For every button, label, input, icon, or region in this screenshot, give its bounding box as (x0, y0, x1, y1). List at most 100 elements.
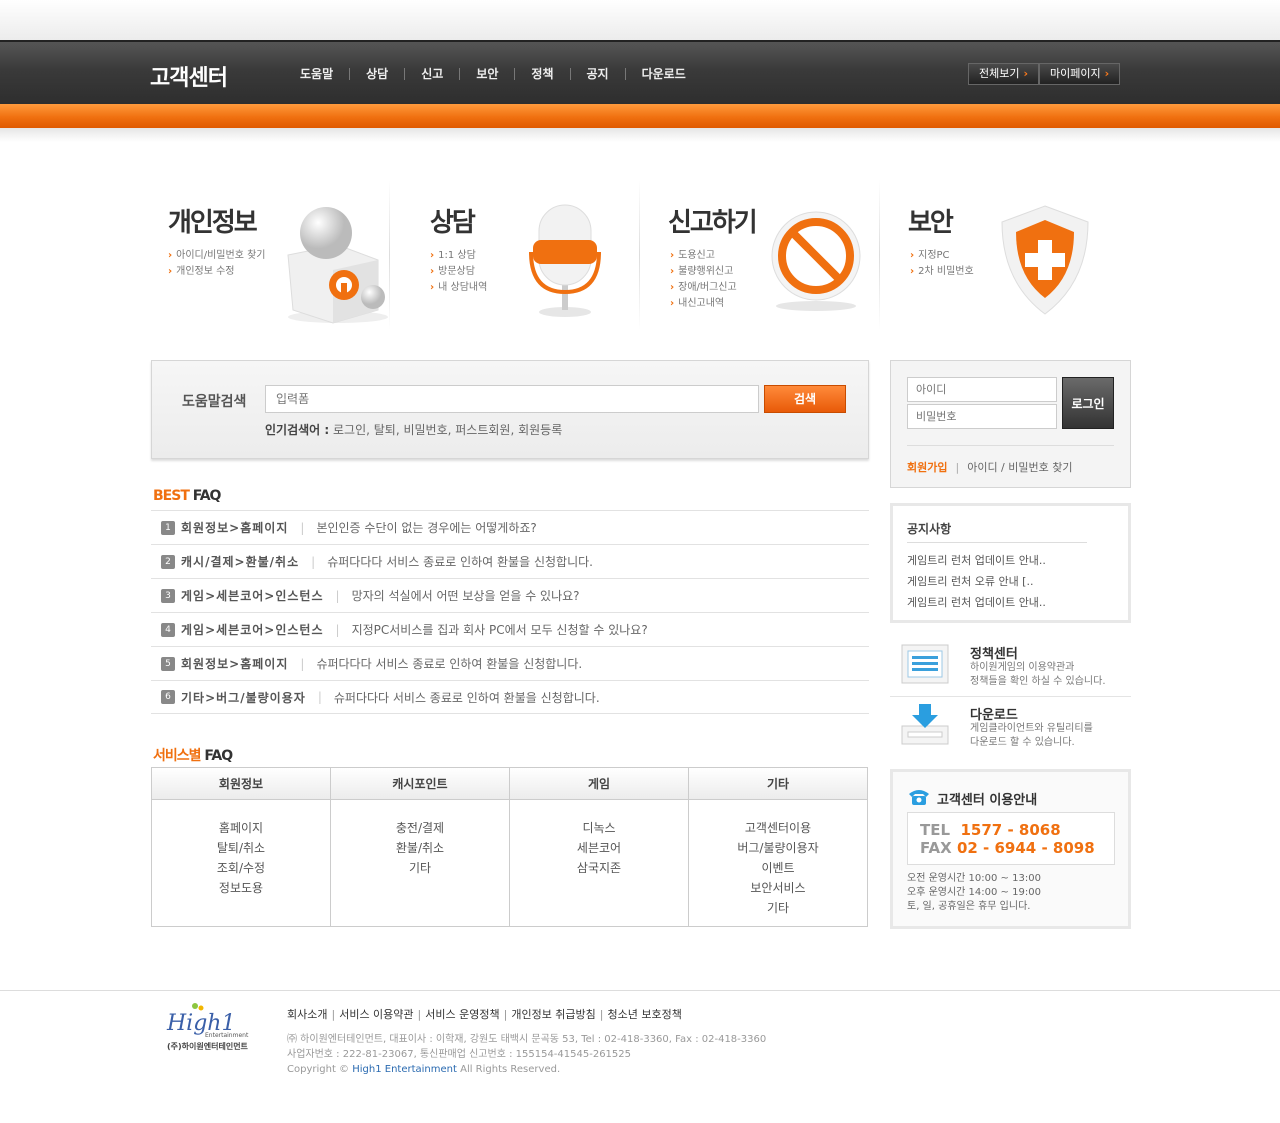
notice-item[interactable]: 게임트리 런처 업데이트 안내.. (907, 550, 1046, 571)
notice-item[interactable]: 게임트리 런처 오류 안내 [.. (907, 571, 1046, 592)
site-logo[interactable]: 고객센터 (150, 60, 228, 92)
notice-panel: 공지사항 게임트리 런처 업데이트 안내.. 게임트리 런처 오류 안내 [..… (890, 503, 1131, 623)
service-link[interactable]: 기타 (689, 898, 867, 918)
nav-notice[interactable]: 공지 (569, 68, 625, 80)
service-link[interactable]: 충전/결제 (331, 818, 509, 838)
faq-row[interactable]: 1 회원정보>홈페이지 | 본인인증 수단이 없는 경우에는 어떻게하죠? (151, 510, 869, 544)
divider (907, 445, 1114, 446)
fax-label: FAX (920, 839, 952, 857)
faq-question[interactable]: 망자의 석실에서 어떤 보상을 얻을 수 있나요? (352, 587, 580, 604)
category-link[interactable]: 불량행위신고 (670, 264, 737, 280)
service-link[interactable]: 보안서비스 (689, 878, 867, 898)
policy-center-banner[interactable]: 정책센터 하이원게임의 이용약관과 정책들을 확인 하실 수 있습니다. (890, 637, 1131, 697)
footer-link[interactable]: 청소년 보호정책 (608, 1008, 682, 1021)
divider: | (599, 1008, 604, 1021)
service-link[interactable]: 탈퇴/취소 (152, 838, 330, 858)
category-counsel[interactable]: 상담 1:1 상담 방문상담 내 상담내역 (400, 180, 640, 330)
tel-number: 1577 - 8068 (960, 821, 1061, 839)
category-link[interactable]: 지정PC (910, 248, 974, 264)
copyright-prefix: Copyright © (287, 1064, 353, 1075)
divider: | (317, 690, 322, 704)
service-link[interactable]: 조회/수정 (152, 858, 330, 878)
search-button[interactable]: 검색 (764, 385, 846, 413)
faq-row[interactable]: 2 캐시/결제>환불/취소 | 슈퍼다다다 서비스 종료로 인하여 환불을 신청합니다… (151, 544, 869, 578)
column-header[interactable]: 기타 (689, 768, 867, 800)
nav-help[interactable]: 도움말 (300, 68, 349, 80)
company-info: ㈜ 하이원엔터테인먼트, 대표이사 : 이학재, 강원도 태백시 문곡동 53,… (287, 1032, 766, 1077)
faq-row[interactable]: 4 게임>세븐코어>인스턴스 | 지정PC서비스를 집과 회사 PC에서 모두 신청할… (151, 612, 869, 646)
category-link[interactable]: 아이디/비밀번호 찾기 (168, 248, 265, 264)
desc-line: 다운로드 할 수 있습니다. (970, 737, 1075, 748)
category-link[interactable]: 방문상담 (430, 264, 487, 280)
category-link[interactable]: 장애/버그신고 (670, 280, 737, 296)
service-link[interactable]: 삼국지존 (510, 858, 688, 878)
id-input[interactable] (907, 377, 1057, 402)
faq-question[interactable]: 슈퍼다다다 서비스 종료로 인하여 환불을 신청합니다. (334, 689, 600, 706)
category-personal-info[interactable]: 개인정보 아이디/비밀번호 찾기 개인정보 수정 (150, 180, 390, 330)
fax-number: 02 - 6944 - 8098 (956, 839, 1095, 857)
footer-divider (0, 990, 1280, 991)
join-link[interactable]: 회원가입 (907, 461, 947, 474)
nav-report[interactable]: 신고 (404, 68, 459, 80)
faq-question[interactable]: 슈퍼다다다 서비스 종료로 인하여 환불을 신청합니다. (316, 655, 582, 672)
service-link[interactable]: 이벤트 (689, 858, 867, 878)
svg-text:Entertainment: Entertainment (205, 1032, 249, 1039)
footer-link[interactable]: 서비스 운영정책 (425, 1008, 499, 1021)
shield-icon (1001, 205, 1089, 315)
title-text: FAQ (188, 488, 222, 504)
service-link[interactable]: 환불/취소 (331, 838, 509, 858)
best-faq-title: BEST FAQ (153, 488, 222, 504)
category-link[interactable]: 1:1 상담 (430, 248, 487, 264)
service-link[interactable]: 세븐코어 (510, 838, 688, 858)
search-input[interactable] (265, 385, 759, 413)
column-header[interactable]: 캐시포인트 (331, 768, 509, 800)
category-link[interactable]: 개인정보 수정 (168, 264, 265, 280)
service-link[interactable]: 디녹스 (510, 818, 688, 838)
column-header[interactable]: 회원정보 (152, 768, 330, 800)
category-link[interactable]: 내신고내역 (670, 296, 737, 312)
popular-keyword-list[interactable]: 로그인, 탈퇴, 비밀번호, 퍼스트회원, 회원등록 (333, 423, 562, 437)
category-link[interactable]: 내 상담내역 (430, 280, 487, 296)
service-column: 회원정보 홈페이지 탈퇴/취소 조회/수정 정보도용 (152, 768, 330, 926)
service-link[interactable]: 기타 (331, 858, 509, 878)
footer-link[interactable]: 개인정보 취급방침 (511, 1008, 595, 1021)
category-security[interactable]: 보안 지정PC 2차 비밀번호 (880, 180, 1120, 330)
category-report[interactable]: 신고하기 도용신고 불량행위신고 장애/버그신고 내신고내역 (640, 180, 880, 330)
desc-line: 하이원게임의 이용약관과 (970, 662, 1075, 673)
top-buttons: 전체보기 › 마이페이지 › (968, 63, 1121, 85)
login-button[interactable]: 로그인 (1062, 377, 1114, 429)
service-link[interactable]: 고객센터이용 (689, 818, 867, 838)
nav-counsel[interactable]: 상담 (349, 68, 404, 80)
footer-link[interactable]: 회사소개 (287, 1008, 327, 1021)
nav-security[interactable]: 보안 (459, 68, 514, 80)
faq-row[interactable]: 5 회원정보>홈페이지 | 슈퍼다다다 서비스 종료로 인하여 환불을 신청합니다. (151, 646, 869, 680)
divider: | (300, 656, 305, 671)
find-account-link[interactable]: 아이디 / 비밀번호 찾기 (967, 461, 1072, 474)
column-header[interactable]: 게임 (510, 768, 688, 800)
nav-download[interactable]: 다운로드 (624, 68, 702, 80)
category-title: 상담 (430, 208, 476, 238)
nav-policy[interactable]: 정책 (514, 68, 569, 80)
faq-row[interactable]: 6 기타>버그/불량이용자 | 슈퍼다다다 서비스 종료로 인하여 환불을 신청합니다… (151, 680, 869, 714)
notice-item[interactable]: 게임트리 런처 업데이트 안내.. (907, 592, 1046, 613)
view-all-button[interactable]: 전체보기 › (968, 63, 1040, 85)
service-link[interactable]: 버그/불량이용자 (689, 838, 867, 858)
chevron-right-icon: › (1104, 67, 1110, 80)
contact-box: TEL 1577 - 8068 FAX 02 - 6944 - 8098 (907, 812, 1115, 865)
footer-link[interactable]: 서비스 이용약관 (339, 1008, 413, 1021)
download-banner[interactable]: 다운로드 게임클라이언트와 유틸리티를 다운로드 할 수 있습니다. (890, 698, 1131, 758)
category-link[interactable]: 2차 비밀번호 (910, 264, 974, 280)
faq-question[interactable]: 지정PC서비스를 집과 회사 PC에서 모두 신청할 수 있나요? (352, 621, 648, 638)
service-link[interactable]: 정보도용 (152, 878, 330, 898)
category-link[interactable]: 도용신고 (670, 248, 737, 264)
notice-title[interactable]: 공지사항 (907, 520, 951, 537)
mypage-button[interactable]: 마이페이지 › (1039, 63, 1121, 85)
password-input[interactable] (907, 404, 1057, 429)
faq-question[interactable]: 슈퍼다다다 서비스 종료로 인하여 환불을 신청합니다. (327, 553, 593, 570)
service-link[interactable]: 홈페이지 (152, 818, 330, 838)
copyright-brand: High1 Entertainment (352, 1064, 457, 1075)
login-links: 회원가입 | 아이디 / 비밀번호 찾기 (907, 459, 1072, 475)
faq-question[interactable]: 본인인증 수단이 없는 경우에는 어떻게하죠? (316, 519, 536, 536)
hours-line: 토, 일, 공휴일은 휴무 입니다. (907, 901, 1031, 912)
faq-row[interactable]: 3 게임>세븐코어>인스턴스 | 망자의 석실에서 어떤 보상을 얻을 수 있나요? (151, 578, 869, 612)
